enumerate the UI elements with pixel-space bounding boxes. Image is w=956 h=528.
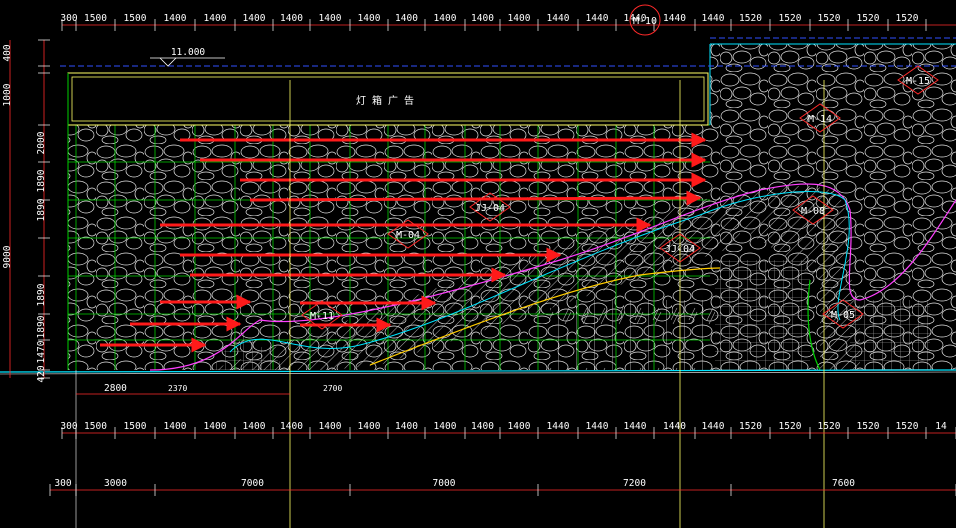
bottom-dim-label-1: 1500 [84, 421, 107, 432]
bottom-dim-label-10: 1400 [434, 421, 457, 432]
bottom-dim-label-5: 1400 [243, 421, 266, 432]
left-dim-label-9: 420 [36, 365, 47, 382]
bottom-dim-label-2: 1500 [124, 421, 147, 432]
top-dim-label-19: 1520 [779, 13, 802, 24]
tag-label-2: M-14 [808, 114, 832, 125]
top-dim-label-13: 1440 [547, 13, 570, 24]
elevation-value: 11.000 [171, 47, 206, 58]
top-dim-label-0: 300 [60, 13, 77, 24]
tag-label-5: M-04 [396, 230, 420, 241]
bottom-dim-label-20: 1520 [818, 421, 841, 432]
tag-label-1: M-15 [906, 76, 930, 87]
top-dim-label-2: 1500 [124, 13, 147, 24]
top-dim-label-4: 1400 [204, 13, 227, 24]
top-dim-label-16: 1440 [663, 13, 686, 24]
overall-dim-label-3: 7000 [433, 478, 456, 489]
tag-label-6: JJ-04 [665, 244, 695, 255]
ground-dim-3: 2700 [323, 384, 342, 393]
left-dim-label-6: 1890 [36, 283, 47, 306]
top-dim-label-22: 1520 [896, 13, 919, 24]
overall-dim-label-2: 7000 [241, 478, 264, 489]
bottom-dim-label-17: 1440 [702, 421, 725, 432]
tag-label-8: M-05 [831, 310, 855, 321]
ground-dim-1: 2800 [104, 383, 127, 394]
bottom-dim-label-14: 1440 [586, 421, 609, 432]
top-dim-label-11: 1400 [471, 13, 494, 24]
tag-label-3: M-08 [801, 206, 825, 217]
tag-label-0: M-10 [633, 16, 657, 27]
left-dim-label-1: 1000 [2, 83, 13, 106]
bottom-dim-label-11: 1400 [471, 421, 494, 432]
elevation-marker: 11.000 [150, 47, 225, 67]
bottom-dim-label-12: 1400 [508, 421, 531, 432]
tag-label-7: M-11 [310, 311, 334, 322]
left-dim-label-4: 1890 [36, 198, 47, 221]
overall-dimension-row: 300 3000 7000 7000 7200 7600 [49, 478, 956, 496]
bottom-dim-label-9: 1400 [395, 421, 418, 432]
ground-dimensions: 2800 2370 2700 [76, 383, 342, 395]
top-dim-label-5: 1400 [243, 13, 266, 24]
bottom-dim-label-6: 1400 [280, 421, 303, 432]
left-dim-label-8: 1470 [36, 340, 47, 363]
bottom-dim-label-8: 1400 [358, 421, 381, 432]
cad-elevation-drawing: 灯 箱 广 告 11.000 300 1500 1500 1400 1400 1… [0, 4, 956, 528]
bottom-dim-label-21: 1520 [857, 421, 880, 432]
bottom-dim-label-13: 1440 [547, 421, 570, 432]
left-dimension-column: 400 1000 2000 1890 1890 9000 1890 1890 1470 420 [2, 39, 50, 383]
top-dim-label-7: 1400 [319, 13, 342, 24]
left-dim-label-5: 9000 [2, 245, 13, 268]
bottom-dim-label-4: 1400 [204, 421, 227, 432]
top-dim-label-1: 1500 [84, 13, 107, 24]
banner-text: 灯 箱 广 告 [356, 94, 414, 107]
top-dim-label-9: 1400 [395, 13, 418, 24]
overall-dim-label-1: 3000 [104, 478, 127, 489]
top-dim-label-14: 1440 [586, 13, 609, 24]
bottom-dim-label-0: 300 [60, 421, 77, 432]
overall-dim-label-4: 7200 [623, 478, 646, 489]
top-dimension-row: 300 1500 1500 1400 1400 1400 1400 1400 1400 1400 1… [60, 13, 956, 31]
top-dim-label-20: 1520 [818, 13, 841, 24]
bottom-dim-label-23: 14 [935, 421, 947, 432]
bottom-dim-label-15: 1440 [624, 421, 647, 432]
left-dim-label-2: 2000 [36, 131, 47, 154]
top-dim-label-21: 1520 [857, 13, 880, 24]
bottom-dim-label-16: 1440 [663, 421, 686, 432]
bottom-dim-label-22: 1520 [896, 421, 919, 432]
bottom-dim-label-18: 1520 [739, 421, 762, 432]
top-dim-label-12: 1400 [508, 13, 531, 24]
top-dim-label-6: 1400 [280, 13, 303, 24]
top-dim-label-18: 1520 [739, 13, 762, 24]
left-dim-label-0: 400 [2, 44, 13, 61]
ground-dim-2: 2370 [168, 384, 187, 393]
lightbox-banner: 灯 箱 广 告 [67, 72, 709, 126]
tag-label-4: JJ-04 [475, 203, 505, 214]
overall-dim-label-5: 7600 [832, 478, 855, 489]
overall-dim-label-0: 300 [54, 478, 71, 489]
top-dim-label-3: 1400 [164, 13, 187, 24]
bottom-dim-label-7: 1400 [319, 421, 342, 432]
top-dim-label-10: 1400 [434, 13, 457, 24]
top-dim-label-8: 1400 [358, 13, 381, 24]
bottom-dim-label-3: 1400 [164, 421, 187, 432]
left-dim-label-3: 1890 [36, 169, 47, 192]
left-dim-label-7: 1890 [36, 315, 47, 338]
bottom-dimension-row: 300 1500 1500 1400 1400 1400 1400 1400 1400 1400 1… [60, 421, 956, 439]
bottom-dim-label-19: 1520 [779, 421, 802, 432]
top-dim-label-17: 1440 [702, 13, 725, 24]
